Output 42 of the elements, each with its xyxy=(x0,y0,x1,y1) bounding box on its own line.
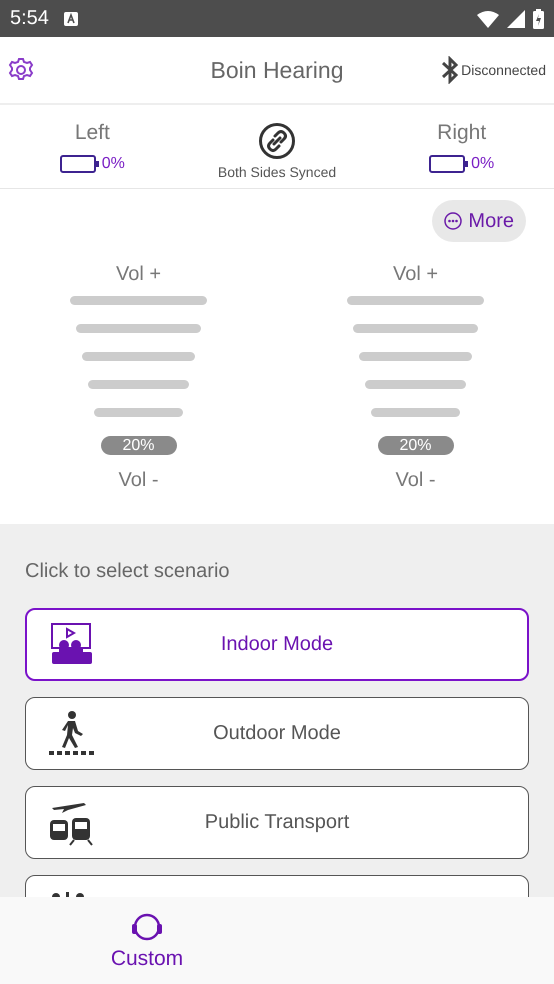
volume-step[interactable] xyxy=(82,352,195,361)
settings-icon[interactable] xyxy=(8,57,34,83)
app-title: Boin Hearing xyxy=(210,56,344,82)
volume-step[interactable] xyxy=(353,324,478,333)
volume-up-label[interactable]: Vol + xyxy=(116,263,162,286)
pedestrian-icon xyxy=(48,710,94,756)
battery-reading: 0% xyxy=(471,154,494,172)
more-button[interactable]: More xyxy=(432,200,526,242)
bluetooth-icon xyxy=(440,56,460,84)
volume-step[interactable] xyxy=(347,296,484,305)
volume-step[interactable] xyxy=(88,380,189,389)
volume-reading: 20% xyxy=(399,436,432,454)
volume-step[interactable] xyxy=(359,352,472,361)
scenario-button[interactable]: Outdoor Mode xyxy=(25,697,529,770)
scenario-button[interactable]: Indoor Mode xyxy=(25,608,529,681)
section-label: Click to select scenario xyxy=(25,560,230,583)
battery-icon xyxy=(533,8,544,28)
wifi-icon xyxy=(477,10,499,28)
link-icon xyxy=(258,122,296,160)
battery-indicator xyxy=(60,154,96,172)
more-icon xyxy=(444,212,462,230)
volume-up-label[interactable]: Vol + xyxy=(392,263,438,286)
signal-icon xyxy=(507,10,525,28)
battery-indicator xyxy=(429,154,466,172)
connection-status: Disconnected xyxy=(461,62,546,78)
volume-reading: 20% xyxy=(122,436,155,454)
volume-step[interactable] xyxy=(76,324,201,333)
side-label: Left xyxy=(74,120,110,144)
volume-down-label[interactable]: Vol - xyxy=(118,469,159,492)
volume-step[interactable] xyxy=(70,296,207,305)
volume-step[interactable] xyxy=(371,408,460,417)
sync-status: Both Sides Synced xyxy=(218,164,336,180)
volume-step[interactable]: 20% xyxy=(100,436,176,455)
battery-reading: 0% xyxy=(102,154,125,172)
volume-step[interactable] xyxy=(365,380,466,389)
scenario-button[interactable]: Public Transport xyxy=(25,786,529,859)
keyboard-icon xyxy=(62,10,79,26)
volume-down-label[interactable]: Vol - xyxy=(395,469,436,492)
side-label: Right xyxy=(437,120,486,144)
volume-step[interactable] xyxy=(94,408,183,417)
clock: 5:54 xyxy=(10,7,49,30)
volume-step[interactable]: 20% xyxy=(378,436,454,455)
